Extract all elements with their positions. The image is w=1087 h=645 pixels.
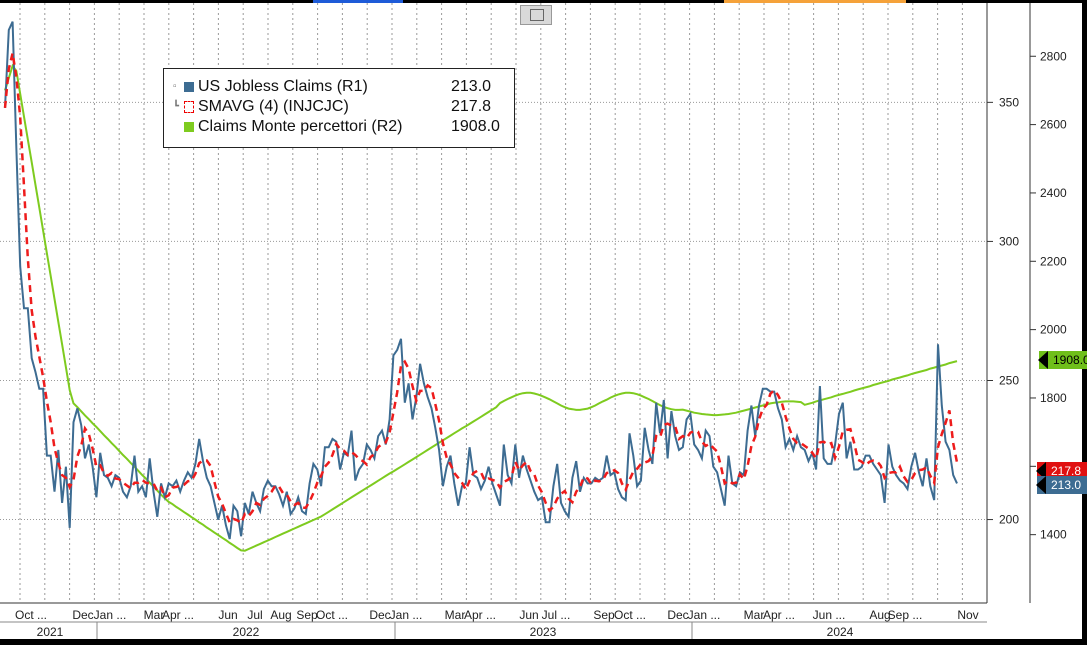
legend-label: Claims Monte percettori (R2) <box>198 118 403 135</box>
legend-label: US Jobless Claims (R1) <box>198 78 368 95</box>
y-right-tick-label: 1400 <box>1040 528 1067 542</box>
x-tick-label: Jul ... <box>542 608 571 622</box>
y-right-tick-label: 2600 <box>1040 118 1067 132</box>
y-right-tick-label: 2400 <box>1040 186 1067 200</box>
x-tick-label: Jul <box>247 608 262 622</box>
callout-monte: 1908.0 <box>1038 351 1087 369</box>
x-tick-label: Dec <box>72 608 93 622</box>
legend-swatch-smavg <box>184 101 194 113</box>
toolbar-strip-blue <box>313 0 403 3</box>
legend-swatch-jobless <box>184 82 194 92</box>
y-right-tick-label: 2200 <box>1040 254 1067 268</box>
x-year-label: 2021 <box>37 625 64 639</box>
x-tick-label: Jun <box>519 608 538 622</box>
x-tick-label: Mar <box>445 608 466 622</box>
chart-type-icon[interactable] <box>520 5 552 25</box>
x-tick-label: Dec <box>369 608 390 622</box>
x-tick-label: Apr ... <box>162 608 194 622</box>
y-left-tick-label: 200 <box>999 513 1019 527</box>
x-tick-label: Oct ... <box>15 608 47 622</box>
x-tick-label: Jun <box>218 608 237 622</box>
x-tick-label: Apr ... <box>464 608 496 622</box>
x-tick-label: Jan ... <box>94 608 127 622</box>
legend-value: 213.0 <box>451 78 492 95</box>
y-left-tick-label: 300 <box>999 234 1019 248</box>
x-year-label: 2022 <box>233 625 260 639</box>
x-tick-label: Dec <box>667 608 688 622</box>
toolbar-strip-orange <box>724 0 906 3</box>
y-left-tick-label: 350 <box>999 95 1019 109</box>
x-year-label: 2024 <box>827 625 854 639</box>
x-tick-label: Nov <box>957 608 978 622</box>
tree-branch-icon: ┗ <box>173 101 180 112</box>
x-tick-label: Sep <box>593 608 615 622</box>
callout-jobless: 213.0 <box>1036 476 1087 494</box>
legend-value: 1908.0 <box>451 118 500 135</box>
x-tick-label: Apr ... <box>763 608 795 622</box>
x-year-label: 2023 <box>530 625 557 639</box>
legend-value: 217.8 <box>451 98 492 115</box>
y-right-tick-label: 2800 <box>1040 49 1067 63</box>
y-right-tick-label: 1800 <box>1040 391 1067 405</box>
x-tick-label: Jan ... <box>390 608 423 622</box>
y-right-tick-label: 2000 <box>1040 323 1067 337</box>
x-tick-label: Jun ... <box>813 608 846 622</box>
y-left-tick-label: 250 <box>999 373 1019 387</box>
legend-swatch-monte <box>184 122 194 132</box>
x-tick-label: Mar <box>744 608 765 622</box>
x-tick-label: Sep <box>296 608 318 622</box>
chart-legend: ▫ US Jobless Claims (R1) 213.0 ┗ SMAVG (… <box>163 68 515 148</box>
x-tick-label: Oct ... <box>316 608 348 622</box>
legend-label: SMAVG (4) (INJCJC) <box>198 98 349 115</box>
x-tick-label: Jan ... <box>688 608 721 622</box>
collapse-icon[interactable]: ▫ <box>173 81 180 93</box>
x-tick-label: Sep ... <box>888 608 923 622</box>
x-tick-label: Oct ... <box>614 608 646 622</box>
x-tick-label: Aug <box>270 608 291 622</box>
